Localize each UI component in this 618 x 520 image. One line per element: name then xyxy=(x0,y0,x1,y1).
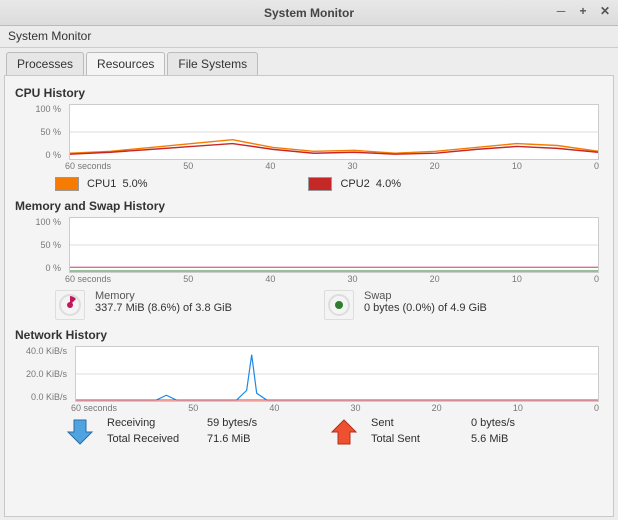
close-icon[interactable]: ✕ xyxy=(598,4,612,18)
total-sent-value: 5.6 MiB xyxy=(471,433,541,447)
cpu2-label: CPU2 xyxy=(340,178,369,190)
total-sent-label: Total Sent xyxy=(371,433,471,447)
memory-label: Memory xyxy=(95,290,232,302)
resources-panel: CPU History 100 % 50 % 0 % 60 seconds 50… xyxy=(4,75,614,517)
menubar[interactable]: System Monitor xyxy=(0,26,618,48)
menu-system-monitor[interactable]: System Monitor xyxy=(8,29,91,43)
memory-section-title: Memory and Swap History xyxy=(15,199,603,213)
swap-legend-item: Swap 0 bytes (0.0%) of 4.9 GiB xyxy=(324,290,593,320)
cpu1-color-swatch[interactable] xyxy=(55,177,79,191)
memory-gauge-icon[interactable] xyxy=(55,290,85,320)
cpu1-label: CPU1 xyxy=(87,178,116,190)
cpu-chart xyxy=(69,104,599,160)
tab-resources[interactable]: Resources xyxy=(86,52,165,75)
swap-label: Swap xyxy=(364,290,487,302)
upload-arrow-icon xyxy=(329,417,359,447)
cpu1-value: 5.0% xyxy=(122,178,147,190)
maximize-icon[interactable]: + xyxy=(576,4,590,18)
download-arrow-icon xyxy=(65,417,95,447)
sent-value: 0 bytes/s xyxy=(471,417,541,431)
memory-value: 337.7 MiB (8.6%) of 3.8 GiB xyxy=(95,302,232,314)
memory-chart xyxy=(69,217,599,273)
receiving-value: 59 bytes/s xyxy=(207,417,277,431)
memory-y-axis: 100 % 50 % 0 % xyxy=(15,217,65,273)
tab-processes[interactable]: Processes xyxy=(6,52,84,75)
network-chart xyxy=(75,346,599,402)
tab-bar: Processes Resources File Systems xyxy=(0,48,618,75)
swap-value: 0 bytes (0.0%) of 4.9 GiB xyxy=(364,302,487,314)
cpu-section-title: CPU History xyxy=(15,86,603,100)
cpu-legend: CPU1 5.0% CPU2 4.0% xyxy=(15,171,603,197)
window-titlebar: System Monitor ─ + ✕ xyxy=(0,0,618,26)
minimize-icon[interactable]: ─ xyxy=(554,4,568,18)
cpu-y-axis: 100 % 50 % 0 % xyxy=(15,104,65,160)
window-title: System Monitor xyxy=(264,6,354,20)
sent-label: Sent xyxy=(371,417,471,431)
cpu2-value: 4.0% xyxy=(376,178,401,190)
cpu2-color-swatch[interactable] xyxy=(308,177,332,191)
network-y-axis: 40.0 KiB/s 20.0 KiB/s 0.0 KiB/s xyxy=(15,346,71,402)
receiving-label: Receiving xyxy=(107,417,207,431)
tab-file-systems[interactable]: File Systems xyxy=(167,52,258,75)
network-section-title: Network History xyxy=(15,328,603,342)
swap-gauge-icon[interactable] xyxy=(324,290,354,320)
total-received-value: 71.6 MiB xyxy=(207,433,277,447)
total-received-label: Total Received xyxy=(107,433,207,447)
memory-legend-item: Memory 337.7 MiB (8.6%) of 3.8 GiB xyxy=(55,290,324,320)
